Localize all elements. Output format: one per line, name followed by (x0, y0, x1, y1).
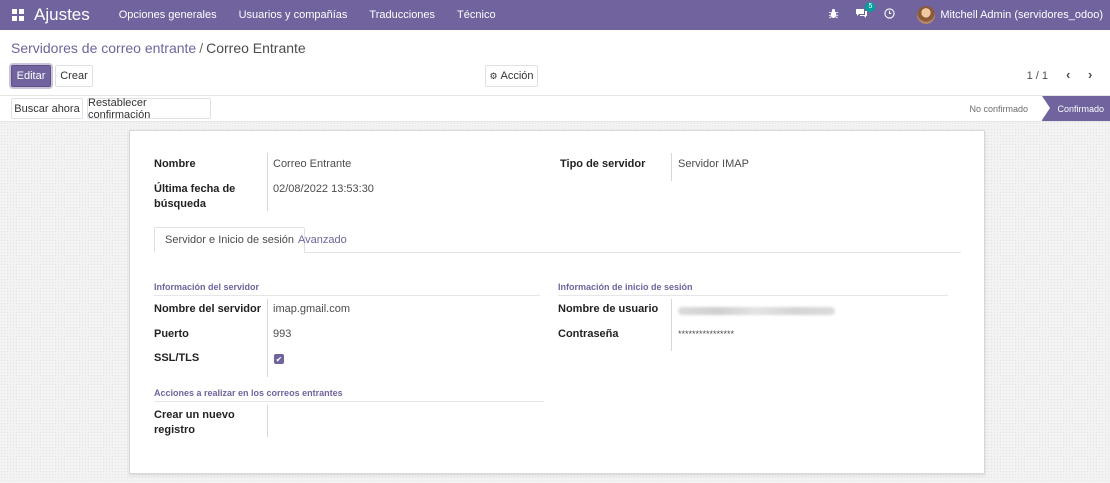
tab-server-login[interactable]: Servidor e Inicio de sesión (154, 227, 306, 253)
username-value-blurred[interactable] (678, 307, 835, 315)
port-label: Puerto (154, 328, 189, 340)
breadcrumb-parent[interactable]: Servidores de correo entrante (11, 40, 196, 56)
field-divider (671, 153, 672, 181)
form-sheet: Nombre Correo Entrante Última fecha de b… (129, 130, 985, 474)
ssl-checkbox[interactable]: ✔ (274, 354, 284, 364)
status-step-confirmed: Confirmado (1042, 96, 1110, 121)
action-label: Acción (500, 70, 534, 82)
ssl-label: SSL/TLS (154, 352, 200, 364)
messages-badge: 5 (865, 2, 876, 12)
server-name-value[interactable]: imap.gmail.com (273, 302, 350, 317)
menu-tecnico[interactable]: Técnico (446, 9, 507, 21)
name-value[interactable]: Correo Entrante (273, 157, 351, 172)
messages-icon[interactable]: 5 (855, 2, 876, 22)
breadcrumb-current: Correo Entrante (206, 40, 306, 56)
user-menu[interactable]: Mitchell Admin (servidores_odoo) (940, 9, 1103, 21)
actions-title: Acciones a realizar en los correos entra… (154, 388, 544, 402)
action-button[interactable]: ⚙ Acción (485, 65, 538, 87)
server-info-title: Información del servidor (154, 282, 540, 296)
create-button[interactable]: Crear (55, 65, 93, 87)
statusbar: Buscar ahora Restablecer confirmación No… (0, 95, 1110, 122)
user-avatar[interactable] (917, 6, 936, 24)
port-value[interactable]: 993 (273, 327, 291, 342)
field-divider (267, 405, 268, 437)
menu-usuarios-companias[interactable]: Usuarios y compañías (228, 9, 359, 21)
activity-clock-icon[interactable] (884, 8, 895, 22)
server-type-label: Tipo de servidor (560, 158, 646, 170)
check-icon: ✔ (275, 354, 283, 364)
bug-icon[interactable] (828, 8, 839, 22)
password-value[interactable]: **************** (678, 327, 734, 342)
notebook-tabs: Servidor e Inicio de sesión Avanzado (154, 227, 961, 253)
pager-value[interactable]: 1 / 1 (1027, 70, 1048, 82)
menu-opciones-generales[interactable]: Opciones generales (108, 9, 228, 21)
tab-advanced[interactable]: Avanzado (288, 227, 357, 253)
username-label: Nombre de usuario (558, 303, 659, 315)
password-label: Contraseña (558, 328, 619, 340)
server-type-value[interactable]: Servidor IMAP (678, 157, 749, 172)
fetch-now-button[interactable]: Buscar ahora (11, 98, 83, 119)
name-label: Nombre (154, 158, 196, 170)
login-info-title: Información de inicio de sesión (558, 282, 948, 296)
last-fetch-value: 02/08/2022 13:53:30 (273, 183, 374, 195)
edit-button[interactable]: Editar (11, 65, 51, 87)
status-step-not-confirmed[interactable]: No confirmado (969, 96, 1036, 121)
breadcrumb: Servidores de correo entrante / Correo Ent… (11, 40, 306, 56)
pager-next-icon[interactable]: › (1088, 67, 1092, 82)
reset-confirmation-button[interactable]: Restablecer confirmación (87, 97, 211, 121)
app-title[interactable]: Ajustes (34, 5, 90, 25)
server-name-label: Nombre del servidor (154, 303, 261, 315)
menu-traducciones[interactable]: Traducciones (358, 9, 446, 21)
field-divider (267, 299, 268, 377)
apps-menu-icon[interactable] (12, 9, 24, 21)
gear-icon: ⚙ (489, 70, 498, 81)
pager-previous-icon[interactable]: ‹ (1066, 67, 1070, 82)
field-divider (671, 299, 672, 351)
create-record-label: Crear un nuevo registro (154, 409, 235, 436)
breadcrumb-separator: / (199, 40, 204, 56)
last-fetch-label: Última fecha de búsqueda (154, 183, 236, 210)
field-divider (267, 153, 268, 211)
top-navbar: Ajustes Opciones generales Usuarios y co… (0, 0, 1110, 30)
